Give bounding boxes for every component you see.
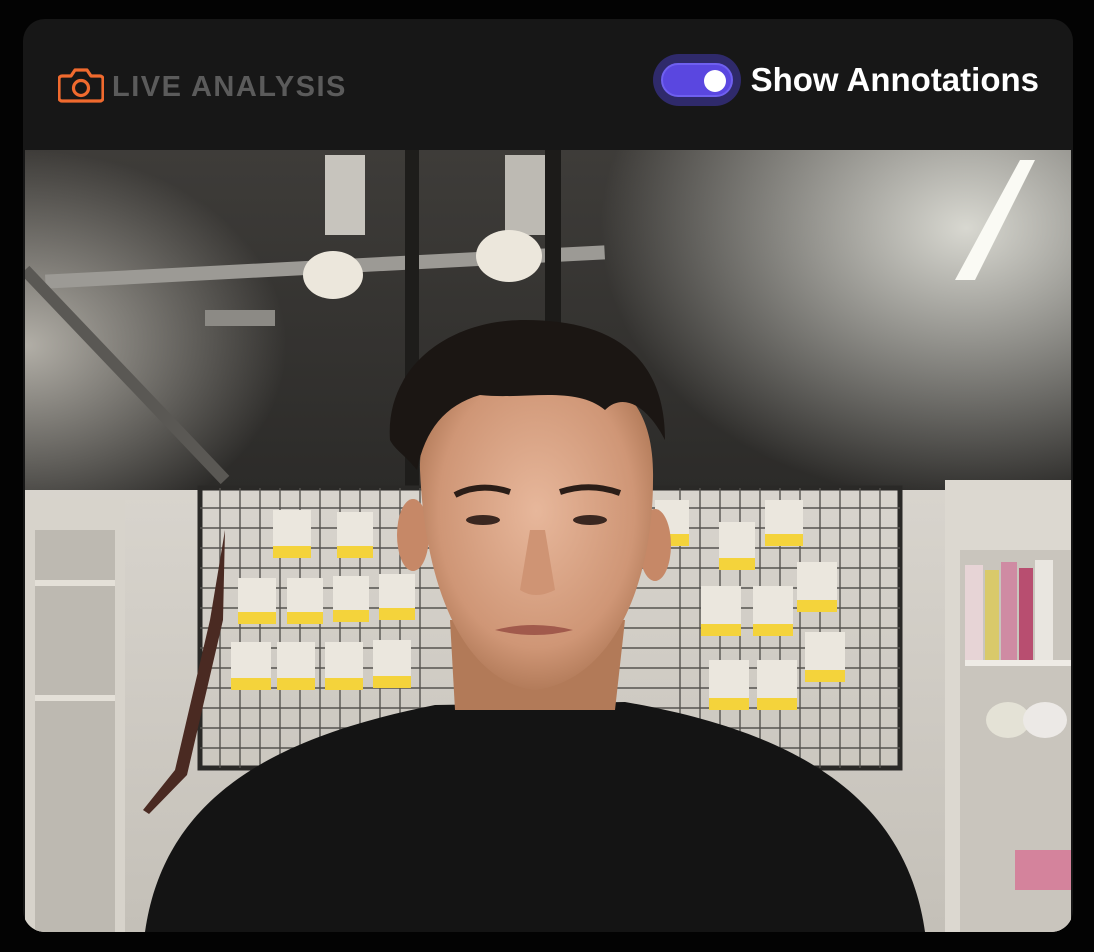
camera-icon [57, 64, 105, 104]
panel-title-text: LIVE ANALYSIS [112, 71, 347, 103]
toggle-knob [703, 70, 726, 92]
panel-header: LIVE ANALYSIS Show Annotations [23, 19, 1073, 149]
show-annotations-control[interactable]: Show Annotations [652, 54, 1039, 106]
show-annotations-toggle[interactable] [652, 54, 741, 106]
toggle-track [660, 63, 733, 97]
panel-title: LIVE ANALYSIS [57, 64, 347, 104]
camera-feed-image [25, 150, 1071, 932]
camera-feed [25, 150, 1071, 932]
live-analysis-panel: LIVE ANALYSIS Show Annotations [23, 19, 1073, 932]
show-annotations-label[interactable]: Show Annotations [751, 54, 1039, 106]
